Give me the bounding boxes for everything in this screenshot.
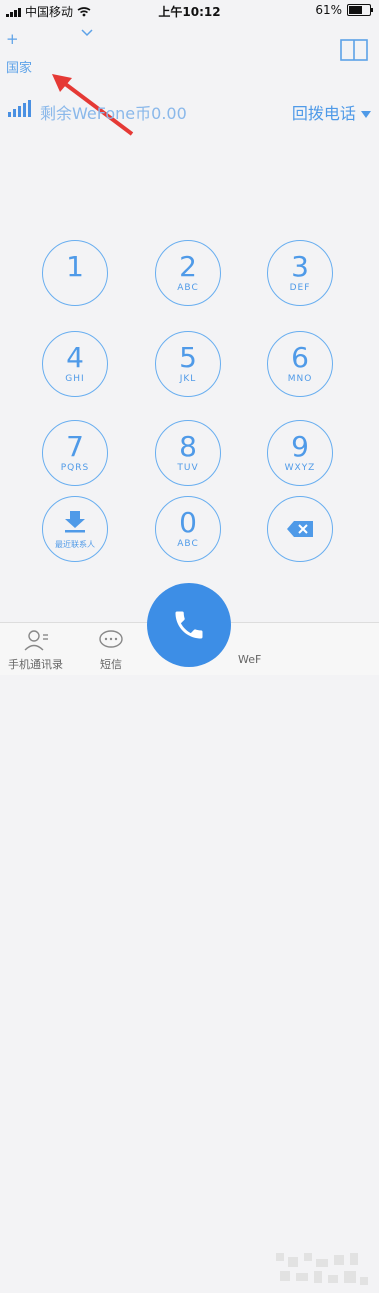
- tab-sms-label: 短信: [100, 658, 122, 671]
- key-8[interactable]: 8 TUV: [155, 420, 221, 486]
- balance-row: 剩余WeFone币0.00 回拨电话: [8, 98, 373, 124]
- key-letters: TUV: [177, 463, 199, 473]
- status-bar: 中国移动 上午10:12 61%: [0, 0, 379, 20]
- key-4[interactable]: 4 GHI: [42, 331, 108, 397]
- key-letters: WXYZ: [284, 463, 316, 473]
- callback-label: 回拨电话: [291, 104, 356, 123]
- key-letters: MNO: [287, 374, 313, 384]
- key-digit: 9: [291, 430, 309, 463]
- contacts-icon: [24, 630, 48, 651]
- key-1[interactable]: 1: [42, 240, 108, 306]
- key-letters: ABC: [177, 539, 199, 549]
- backspace-icon: [287, 521, 313, 537]
- recent-contacts-button[interactable]: 最近联系人: [42, 496, 108, 562]
- key-2[interactable]: 2 ABC: [155, 240, 221, 306]
- status-right: 61%: [315, 3, 373, 17]
- call-button[interactable]: [147, 583, 231, 667]
- key-digit: 6: [291, 341, 309, 374]
- key-letters: DEF: [289, 283, 311, 293]
- key-3[interactable]: 3 DEF: [267, 240, 333, 306]
- callback-selector[interactable]: 回拨电话: [292, 100, 371, 124]
- tab-wefone[interactable]: WeF: [238, 651, 261, 666]
- key-6[interactable]: 6 MNO: [267, 331, 333, 397]
- key-5[interactable]: 5 JKL: [155, 331, 221, 397]
- key-digit: 0: [179, 506, 197, 539]
- battery-percent: 61%: [315, 3, 342, 17]
- battery-icon: [347, 4, 373, 16]
- key-digit: 8: [179, 430, 197, 463]
- chat-bubble-icon: [99, 630, 123, 648]
- key-letters: PQRS: [60, 463, 90, 473]
- add-button[interactable]: +: [6, 30, 19, 48]
- watermark-pattern: [276, 1253, 368, 1285]
- key-9[interactable]: 9 WXYZ: [267, 420, 333, 486]
- key-letters: JKL: [179, 374, 197, 384]
- key-digit: 7: [66, 430, 84, 463]
- tab-sms[interactable]: 短信: [98, 629, 124, 672]
- delete-button[interactable]: [267, 496, 333, 562]
- country-selector[interactable]: 国家: [6, 57, 32, 76]
- chevron-down-icon[interactable]: [80, 28, 94, 38]
- tab-contacts[interactable]: 手机通讯录: [8, 629, 63, 672]
- wefone-balance: 剩余WeFone币0.00: [40, 104, 187, 123]
- phone-icon: [175, 611, 203, 639]
- triangle-down-icon: [361, 111, 371, 118]
- key-digit: 1: [66, 250, 84, 283]
- tab-wefone-label: WeF: [238, 653, 262, 666]
- key-letters: ABC: [177, 283, 199, 293]
- key-digit: 5: [179, 341, 197, 374]
- key-digit: 4: [66, 341, 84, 374]
- download-arrow-icon: [65, 511, 85, 533]
- key-letters: GHI: [65, 374, 85, 384]
- key-digit: 2: [179, 250, 197, 283]
- signal-bars-icon: [8, 100, 31, 117]
- tab-contacts-label: 手机通讯录: [8, 658, 63, 671]
- key-digit: 3: [291, 250, 309, 283]
- key-7[interactable]: 7 PQRS: [42, 420, 108, 486]
- book-icon[interactable]: [340, 38, 368, 62]
- key-0[interactable]: 0 ABC: [155, 496, 221, 562]
- recent-contacts-label: 最近联系人: [55, 540, 95, 549]
